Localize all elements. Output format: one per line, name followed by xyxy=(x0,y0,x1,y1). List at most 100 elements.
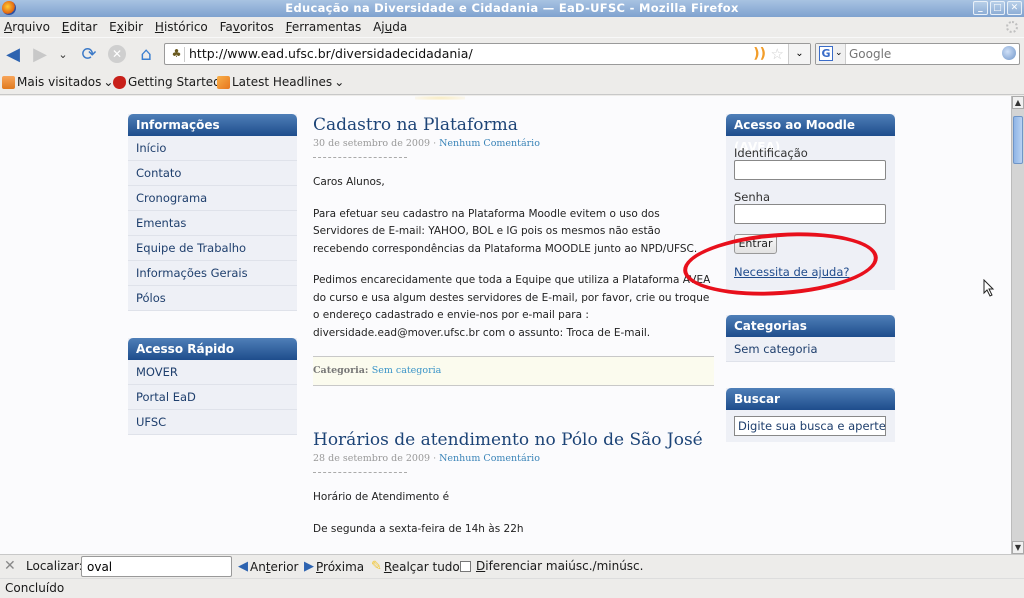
sidebar-item-informacoes-gerais[interactable]: Informações Gerais xyxy=(128,261,297,286)
sidebar-informacoes: Informações Início Contato Cronograma Em… xyxy=(128,114,297,311)
help-link[interactable]: Necessita de ajuda? xyxy=(734,265,849,279)
post-title[interactable]: Horários de atendimento no Pólo de São J… xyxy=(313,430,713,450)
rss-feed-icon[interactable]: )) xyxy=(753,46,766,62)
post-date: 30 de setembro de 2009 xyxy=(313,138,431,149)
post-meta: 30 de setembro de 2009 · Nenhum Comentár… xyxy=(313,138,540,149)
home-button[interactable]: ⌂ xyxy=(136,44,156,65)
senha-input[interactable] xyxy=(734,204,886,224)
moodle-login-box: Acesso ao Moodle (AVEA) Identificação Se… xyxy=(726,114,895,290)
bookmark-latest-headlines[interactable]: Latest Headlines ⌄ xyxy=(217,74,344,90)
sidebar-acesso-rapido-title: Acesso Rápido xyxy=(128,338,297,360)
window-title: Educação na Diversidade e Cidadania — Ea… xyxy=(285,1,739,15)
reload-button[interactable]: ⟳ xyxy=(79,44,99,65)
menu-ajuda[interactable]: Ajuda xyxy=(369,17,411,37)
mouse-cursor-icon xyxy=(983,279,995,297)
stop-button[interactable]: ✕ xyxy=(108,45,126,63)
throbber-icon xyxy=(1006,21,1018,33)
highlighter-icon: ✎ xyxy=(371,559,382,574)
page-content: Informações Início Contato Cronograma Em… xyxy=(0,96,1011,554)
sidebar-item-mover[interactable]: MOVER xyxy=(128,360,297,385)
post-paragraph: De segunda a sexta-feira de 14h às 22h xyxy=(313,522,524,535)
scroll-down-button[interactable]: ▼ xyxy=(1012,541,1024,554)
sidebar-item-contato[interactable]: Contato xyxy=(128,161,297,186)
identificacao-label: Identificação xyxy=(734,146,808,160)
vertical-scrollbar[interactable]: ▲ ▼ xyxy=(1011,96,1024,554)
checkbox-icon[interactable] xyxy=(460,560,471,572)
arrow-left-icon: ◀ xyxy=(238,559,248,574)
arrow-right-icon: ▶ xyxy=(304,559,314,574)
scrollbar-thumb[interactable] xyxy=(1013,116,1023,164)
close-findbar-icon[interactable]: ✕ xyxy=(4,558,16,574)
post-paragraph: Horário de Atendimento é xyxy=(313,491,450,503)
search-icon[interactable] xyxy=(1002,46,1016,60)
close-window-button[interactable]: ✕ xyxy=(1007,1,1022,15)
menu-exibir[interactable]: Exibir xyxy=(105,17,147,37)
senha-label: Senha xyxy=(734,190,770,204)
post-paragraph: Caros Alunos, xyxy=(313,176,385,188)
folder-icon xyxy=(2,75,15,89)
forward-button[interactable]: ▶ xyxy=(30,44,50,65)
chevron-down-icon: ⌄ xyxy=(334,75,345,89)
menu-bar: Arquivo Editar Exibir Histórico Favorito… xyxy=(0,17,1024,37)
divider xyxy=(313,157,407,158)
post-date: 28 de setembro de 2009 xyxy=(313,453,431,464)
find-input[interactable] xyxy=(81,556,232,577)
entrar-button[interactable]: Entrar xyxy=(734,234,777,254)
search-bar: G ⌄ xyxy=(815,43,1020,65)
url-dropdown-button[interactable]: ⌄ xyxy=(788,44,810,64)
menu-editar[interactable]: Editar xyxy=(58,17,102,37)
post: Horários de atendimento no Pólo de São J… xyxy=(313,430,713,538)
sidebar-item-polos[interactable]: Pólos xyxy=(128,286,297,311)
sidebar-categorias: Categorias Sem categoria xyxy=(726,315,895,362)
find-previous-button[interactable]: ◀ Anterior xyxy=(238,559,298,574)
find-next-button[interactable]: ▶ Próxima xyxy=(304,559,364,574)
moodle-login-title: Acesso ao Moodle (AVEA) xyxy=(726,114,895,154)
post-category-link[interactable]: Sem categoria xyxy=(372,365,442,376)
post-title[interactable]: Cadastro na Plataforma xyxy=(313,115,713,135)
chevron-down-icon: ⌄ xyxy=(103,75,114,89)
site-search-input[interactable] xyxy=(734,416,886,436)
scroll-up-button[interactable]: ▲ xyxy=(1012,96,1024,109)
back-button[interactable]: ◀ xyxy=(3,44,23,65)
url-bar[interactable]: ♣ http://www.ead.ufsc.br/diversidadecida… xyxy=(164,43,811,65)
post-category-bar: Categoria: Sem categoria xyxy=(313,356,714,386)
find-bar: ✕ Localizar: ◀ Anterior ▶ Próxima ✎ Real… xyxy=(0,554,1024,578)
sidebar-categorias-title: Categorias xyxy=(726,315,895,337)
match-case-checkbox[interactable]: Diferenciar maiúsc./minúsc. xyxy=(460,559,643,573)
google-icon: G xyxy=(819,46,833,61)
post: Cadastro na Plataforma 30 de setembro de… xyxy=(313,115,714,386)
sidebar-item-inicio[interactable]: Início xyxy=(128,136,297,161)
sidebar-item-ufsc[interactable]: UFSC xyxy=(128,410,297,435)
identificacao-input[interactable] xyxy=(734,160,886,180)
bookmark-getting-started[interactable]: Getting Started xyxy=(113,74,221,90)
url-text[interactable]: http://www.ead.ufsc.br/diversidadecidada… xyxy=(189,44,473,64)
highlight-all-button[interactable]: ✎ Realçar tudo xyxy=(371,559,460,574)
sidebar-informacoes-title: Informações xyxy=(128,114,297,136)
chevron-down-icon: ⌄ xyxy=(835,48,843,58)
post-comments-link[interactable]: Nenhum Comentário xyxy=(439,453,540,464)
history-dropdown-button[interactable]: ⌄ xyxy=(56,44,70,64)
menu-favoritos[interactable]: Favoritos xyxy=(216,17,278,37)
category-item[interactable]: Sem categoria xyxy=(726,337,895,362)
menu-historico[interactable]: Histórico xyxy=(151,17,212,37)
sidebar-item-portal-ead[interactable]: Portal EaD xyxy=(128,385,297,410)
search-engine-selector[interactable]: G ⌄ xyxy=(816,44,846,64)
sidebar-buscar: Buscar xyxy=(726,388,895,442)
search-input[interactable] xyxy=(849,45,999,63)
divider xyxy=(313,472,407,473)
post-comments-link[interactable]: Nenhum Comentário xyxy=(439,138,540,149)
sidebar-item-cronograma[interactable]: Cronograma xyxy=(128,186,297,211)
menu-ferramentas[interactable]: Ferramentas xyxy=(282,17,366,37)
maximize-button[interactable]: □ xyxy=(990,1,1005,15)
navigation-toolbar: ◀ ▶ ⌄ ⟳ ✕ ⌂ ♣ http://www.ead.ufsc.br/div… xyxy=(0,37,1024,70)
bookmark-star-icon[interactable]: ☆ xyxy=(771,45,784,63)
find-label: Localizar: xyxy=(26,559,83,573)
minimize-button[interactable]: _ xyxy=(973,1,988,15)
window-titlebar: Educação na Diversidade e Cidadania — Ea… xyxy=(0,0,1024,17)
post-paragraph: Pedimos encarecidamente que toda a Equip… xyxy=(313,274,711,339)
bookmark-mais-visitados[interactable]: Mais visitados ⌄ xyxy=(2,74,113,90)
sidebar-item-ementas[interactable]: Ementas xyxy=(128,211,297,236)
sidebar-item-equipe[interactable]: Equipe de Trabalho xyxy=(128,236,297,261)
firefox-icon xyxy=(2,1,16,15)
menu-arquivo[interactable]: Arquivo xyxy=(0,17,54,37)
